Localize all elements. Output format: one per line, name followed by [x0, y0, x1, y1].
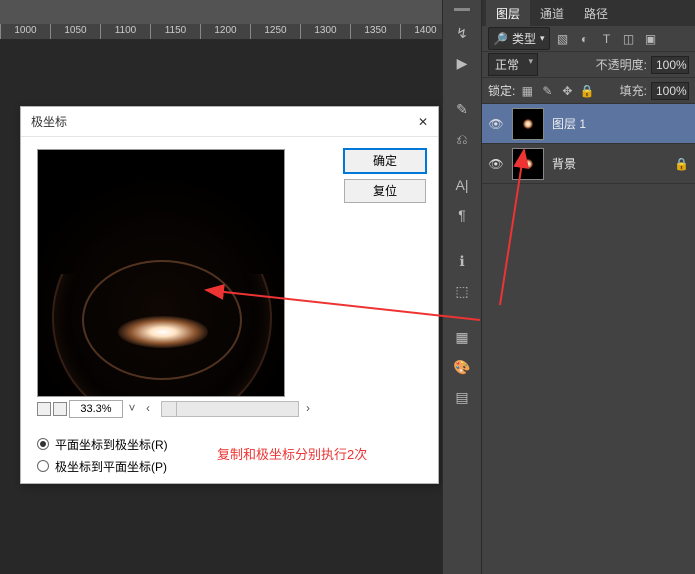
layer-name[interactable]: 图层 1	[552, 115, 586, 132]
ruler-tick: 1250	[250, 24, 300, 39]
ruler: 1000 1050 1100 1150 1200 1250 1300 1350 …	[0, 24, 442, 40]
opacity-label: 不透明度:	[596, 56, 647, 73]
option-label: 极坐标到平面坐标(P)	[55, 458, 167, 475]
dialog-titlebar[interactable]: 极坐标 ✕	[21, 107, 438, 137]
radio-icon	[37, 438, 49, 450]
chevron-right-icon[interactable]: ›	[301, 401, 315, 417]
filter-smart-icon[interactable]: ▣	[642, 30, 660, 48]
lock-label: 锁定:	[488, 82, 515, 99]
coordinate-option-group: 平面坐标到极坐标(R) 极坐标到平面坐标(P)	[37, 433, 168, 477]
paragraph-panel-icon[interactable]: ¶	[452, 205, 472, 225]
layer-thumbnail[interactable]	[512, 108, 544, 140]
blend-row: 正常 不透明度: 100%	[482, 52, 695, 78]
layer-row[interactable]: 👁 图层 1	[482, 104, 695, 144]
lock-row: 锁定: ▦ ✎ ✥ 🔒 填充: 100%	[482, 78, 695, 104]
lock-position-icon[interactable]: ✥	[559, 82, 575, 100]
history-panel-icon[interactable]: ↯	[452, 23, 472, 43]
kind-label: 类型	[512, 30, 536, 47]
preview-controls: 33.3% ˅ ‹ ›	[37, 399, 315, 419]
chevron-left-icon[interactable]: ‹	[141, 401, 155, 417]
zoom-out-icon[interactable]	[37, 402, 51, 416]
reset-button[interactable]: 复位	[344, 179, 426, 203]
ruler-tick: 1300	[300, 24, 350, 39]
ruler-tick: 1100	[100, 24, 150, 39]
navigator-panel-icon[interactable]: ⬚	[452, 281, 472, 301]
ruler-tick: 1200	[200, 24, 250, 39]
close-icon[interactable]: ✕	[418, 107, 428, 136]
filter-pixel-icon[interactable]: ▧	[554, 30, 572, 48]
ruler-tick: 1400	[400, 24, 442, 39]
ruler-tick: 1000	[0, 24, 50, 39]
search-icon: 🔎	[493, 32, 508, 46]
annotation-text: 复制和极坐标分别执行2次	[217, 444, 367, 463]
visibility-eye-icon[interactable]: 👁	[488, 156, 504, 172]
filter-type-icon[interactable]: T	[598, 30, 616, 48]
layer-row[interactable]: 👁 背景 🔒	[482, 144, 695, 184]
collapsed-panel-dock: ↯ ▶ ✎ ⎌ A| ¶ ℹ ⬚ ▦ 🎨 ▤	[442, 0, 482, 574]
filter-preview[interactable]	[37, 149, 285, 397]
panel-tabs: 图层 通道 路径	[482, 0, 695, 26]
polar-coordinates-dialog: 极坐标 ✕ 33.3% ˅ ‹ › 平面坐标到极坐标(R) 极坐标到平面坐	[20, 106, 439, 484]
ruler-tick: 1350	[350, 24, 400, 39]
play-panel-icon[interactable]: ▶	[452, 53, 472, 73]
clone-panel-icon[interactable]: ⎌	[452, 129, 472, 149]
layers-list: 👁 图层 1 👁 背景 🔒	[482, 104, 695, 184]
lock-transparency-icon[interactable]: ▦	[519, 82, 535, 100]
layer-name[interactable]: 背景	[552, 155, 576, 172]
chevron-down-icon: ▾	[540, 33, 545, 44]
tab-paths[interactable]: 路径	[574, 0, 618, 26]
visibility-eye-icon[interactable]: 👁	[488, 116, 504, 132]
lock-pixels-icon[interactable]: ✎	[539, 82, 555, 100]
radio-icon	[37, 460, 49, 472]
zoom-in-icon[interactable]	[53, 402, 67, 416]
filter-shape-icon[interactable]: ◫	[620, 30, 638, 48]
fill-label: 填充:	[620, 82, 647, 99]
dock-handle-icon[interactable]	[454, 8, 470, 11]
chevron-down-icon[interactable]: ˅	[125, 401, 139, 417]
color-panel-icon[interactable]: 🎨	[452, 357, 472, 377]
layers-panel: 图层 通道 路径 🔎 类型 ▾ ▧ ◐ T ◫ ▣ 正常 不透明度: 100% …	[482, 0, 695, 574]
swatches-panel-icon[interactable]: ▦	[452, 327, 472, 347]
opacity-value[interactable]: 100%	[651, 56, 689, 74]
layer-filter-row: 🔎 类型 ▾ ▧ ◐ T ◫ ▣	[482, 26, 695, 52]
ok-button[interactable]: 确定	[344, 149, 426, 173]
character-panel-icon[interactable]: A|	[452, 175, 472, 195]
tab-layers[interactable]: 图层	[486, 0, 530, 26]
layer-thumbnail[interactable]	[512, 148, 544, 180]
blend-mode-select[interactable]: 正常	[488, 53, 538, 76]
lock-icon: 🔒	[674, 157, 689, 171]
dialog-title-text: 极坐标	[31, 107, 67, 136]
zoom-value[interactable]: 33.3%	[69, 400, 123, 418]
brush-panel-icon[interactable]: ✎	[452, 99, 472, 119]
styles-panel-icon[interactable]: ▤	[452, 387, 472, 407]
ruler-tick: 1050	[50, 24, 100, 39]
option-rect-to-polar[interactable]: 平面坐标到极坐标(R)	[37, 433, 168, 455]
tab-channels[interactable]: 通道	[530, 0, 574, 26]
preview-scrollbar[interactable]	[161, 401, 299, 417]
info-panel-icon[interactable]: ℹ	[452, 251, 472, 271]
option-label: 平面坐标到极坐标(R)	[55, 436, 168, 453]
dialog-body: 33.3% ˅ ‹ › 平面坐标到极坐标(R) 极坐标到平面坐标(P) 确定 复…	[21, 137, 438, 483]
layer-kind-select[interactable]: 🔎 类型 ▾	[488, 27, 550, 50]
fill-value[interactable]: 100%	[651, 82, 689, 100]
ruler-tick: 1150	[150, 24, 200, 39]
option-polar-to-rect[interactable]: 极坐标到平面坐标(P)	[37, 455, 168, 477]
lock-all-icon[interactable]: 🔒	[579, 82, 595, 100]
filter-adjust-icon[interactable]: ◐	[576, 30, 594, 48]
